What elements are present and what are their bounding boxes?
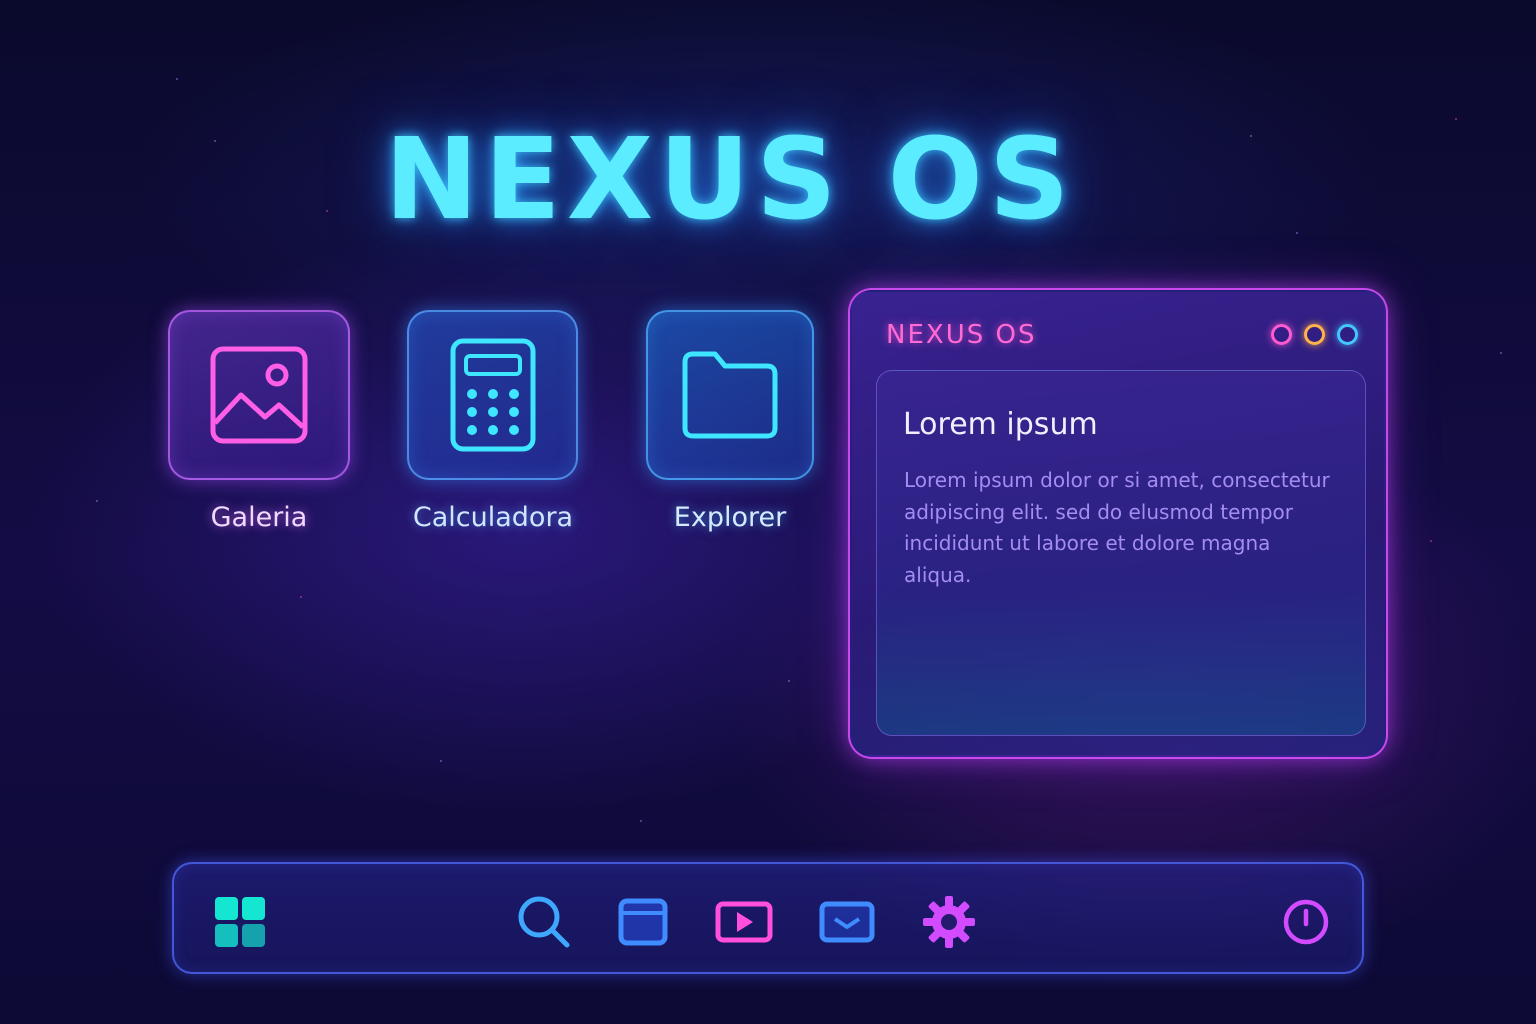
star (788, 680, 790, 682)
content-heading: Lorem ipsum (903, 407, 1098, 442)
app-galeria[interactable]: Galeria (168, 310, 350, 533)
app-label: Explorer (673, 502, 787, 533)
window-controls (1271, 324, 1358, 345)
app-label: Galeria (210, 502, 308, 533)
start-icon (214, 896, 266, 948)
app-tile[interactable] (168, 310, 350, 480)
os-title: NEXUS OS (384, 115, 1076, 245)
video-button[interactable] (714, 892, 774, 952)
star (176, 78, 178, 80)
app-tile[interactable] (646, 310, 814, 480)
window-icon (618, 898, 668, 946)
star (300, 596, 302, 598)
maximize-dot[interactable] (1337, 324, 1358, 345)
minimize-dot[interactable] (1304, 324, 1325, 345)
close-dot[interactable] (1271, 324, 1292, 345)
mail-icon (819, 901, 875, 943)
app-tile[interactable] (407, 310, 578, 480)
app-window[interactable]: NEXUS OS Lorem ipsum Lorem ipsum dolor o… (850, 290, 1386, 757)
start-button[interactable] (210, 892, 270, 952)
power-icon (1282, 898, 1330, 946)
window-button[interactable] (613, 892, 673, 952)
app-explorer[interactable]: Explorer (646, 310, 814, 533)
window-title: NEXUS OS (886, 320, 1037, 350)
content-body: Lorem ipsum dolor or si amet, consectetu… (904, 468, 1330, 587)
folder-icon (681, 350, 779, 440)
star (640, 820, 642, 822)
taskbar (172, 862, 1364, 974)
star (1500, 352, 1502, 354)
video-icon (715, 901, 773, 943)
settings-button[interactable] (919, 892, 979, 952)
app-calculadora[interactable]: Calculadora (407, 310, 578, 533)
window-content: Lorem ipsum Lorem ipsum dolor or si amet… (876, 370, 1366, 736)
power-button[interactable] (1276, 892, 1336, 952)
image-icon (209, 345, 309, 445)
star (96, 500, 98, 502)
mail-button[interactable] (817, 892, 877, 952)
desktop: NEXUS OS Galeria Calculadora Explorer NE… (0, 0, 1536, 1024)
search-icon (517, 895, 571, 949)
star (1430, 540, 1432, 542)
gear-icon (921, 894, 977, 950)
search-button[interactable] (514, 892, 574, 952)
calculator-icon (450, 338, 536, 452)
star (440, 760, 442, 762)
app-label: Calculadora (412, 502, 574, 533)
